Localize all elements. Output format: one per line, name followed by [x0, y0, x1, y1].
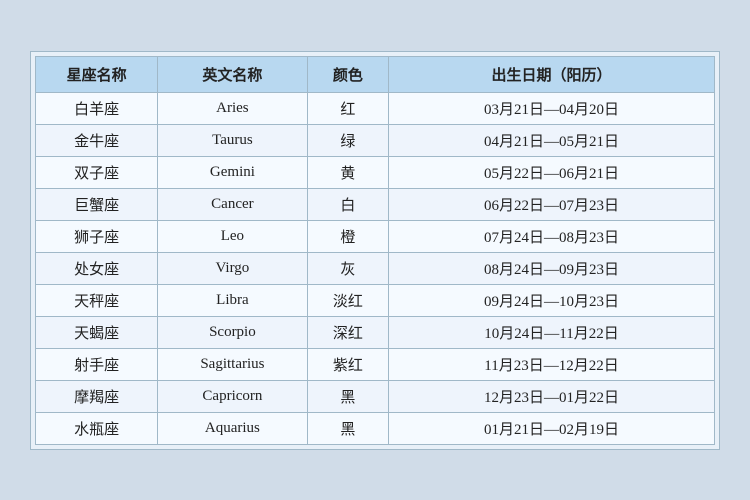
cell-english: Sagittarius: [158, 348, 307, 380]
cell-date: 03月21日—04月20日: [389, 92, 715, 124]
cell-english: Libra: [158, 284, 307, 316]
cell-color: 橙: [307, 220, 388, 252]
cell-date: 06月22日—07月23日: [389, 188, 715, 220]
cell-english: Capricorn: [158, 380, 307, 412]
cell-date: 01月21日—02月19日: [389, 412, 715, 444]
table-body: 白羊座Aries红03月21日—04月20日金牛座Taurus绿04月21日—0…: [36, 92, 715, 444]
cell-color: 淡红: [307, 284, 388, 316]
table-row: 白羊座Aries红03月21日—04月20日: [36, 92, 715, 124]
cell-chinese: 巨蟹座: [36, 188, 158, 220]
cell-chinese: 摩羯座: [36, 380, 158, 412]
table-row: 射手座Sagittarius紫红11月23日—12月22日: [36, 348, 715, 380]
cell-date: 07月24日—08月23日: [389, 220, 715, 252]
cell-english: Leo: [158, 220, 307, 252]
table-row: 处女座Virgo灰08月24日—09月23日: [36, 252, 715, 284]
cell-date: 12月23日—01月22日: [389, 380, 715, 412]
header-date: 出生日期（阳历）: [389, 56, 715, 92]
header-chinese: 星座名称: [36, 56, 158, 92]
cell-english: Aries: [158, 92, 307, 124]
cell-chinese: 金牛座: [36, 124, 158, 156]
cell-color: 绿: [307, 124, 388, 156]
table-row: 双子座Gemini黄05月22日—06月21日: [36, 156, 715, 188]
cell-english: Virgo: [158, 252, 307, 284]
cell-chinese: 狮子座: [36, 220, 158, 252]
cell-color: 紫红: [307, 348, 388, 380]
zodiac-table-wrapper: 星座名称 英文名称 颜色 出生日期（阳历） 白羊座Aries红03月21日—04…: [30, 51, 720, 450]
cell-english: Cancer: [158, 188, 307, 220]
table-row: 巨蟹座Cancer白06月22日—07月23日: [36, 188, 715, 220]
header-color: 颜色: [307, 56, 388, 92]
cell-date: 04月21日—05月21日: [389, 124, 715, 156]
cell-color: 黑: [307, 412, 388, 444]
cell-date: 05月22日—06月21日: [389, 156, 715, 188]
zodiac-table: 星座名称 英文名称 颜色 出生日期（阳历） 白羊座Aries红03月21日—04…: [35, 56, 715, 445]
table-header-row: 星座名称 英文名称 颜色 出生日期（阳历）: [36, 56, 715, 92]
table-row: 天秤座Libra淡红09月24日—10月23日: [36, 284, 715, 316]
table-row: 金牛座Taurus绿04月21日—05月21日: [36, 124, 715, 156]
cell-color: 黑: [307, 380, 388, 412]
table-row: 狮子座Leo橙07月24日—08月23日: [36, 220, 715, 252]
cell-chinese: 射手座: [36, 348, 158, 380]
cell-english: Scorpio: [158, 316, 307, 348]
cell-chinese: 双子座: [36, 156, 158, 188]
table-row: 水瓶座Aquarius黑01月21日—02月19日: [36, 412, 715, 444]
cell-color: 红: [307, 92, 388, 124]
table-row: 天蝎座Scorpio深红10月24日—11月22日: [36, 316, 715, 348]
cell-english: Aquarius: [158, 412, 307, 444]
header-english: 英文名称: [158, 56, 307, 92]
cell-chinese: 天蝎座: [36, 316, 158, 348]
cell-date: 08月24日—09月23日: [389, 252, 715, 284]
cell-date: 10月24日—11月22日: [389, 316, 715, 348]
cell-chinese: 白羊座: [36, 92, 158, 124]
cell-chinese: 天秤座: [36, 284, 158, 316]
cell-english: Taurus: [158, 124, 307, 156]
cell-color: 深红: [307, 316, 388, 348]
table-row: 摩羯座Capricorn黑12月23日—01月22日: [36, 380, 715, 412]
cell-color: 黄: [307, 156, 388, 188]
cell-color: 白: [307, 188, 388, 220]
cell-color: 灰: [307, 252, 388, 284]
cell-english: Gemini: [158, 156, 307, 188]
cell-date: 11月23日—12月22日: [389, 348, 715, 380]
cell-date: 09月24日—10月23日: [389, 284, 715, 316]
cell-chinese: 处女座: [36, 252, 158, 284]
cell-chinese: 水瓶座: [36, 412, 158, 444]
